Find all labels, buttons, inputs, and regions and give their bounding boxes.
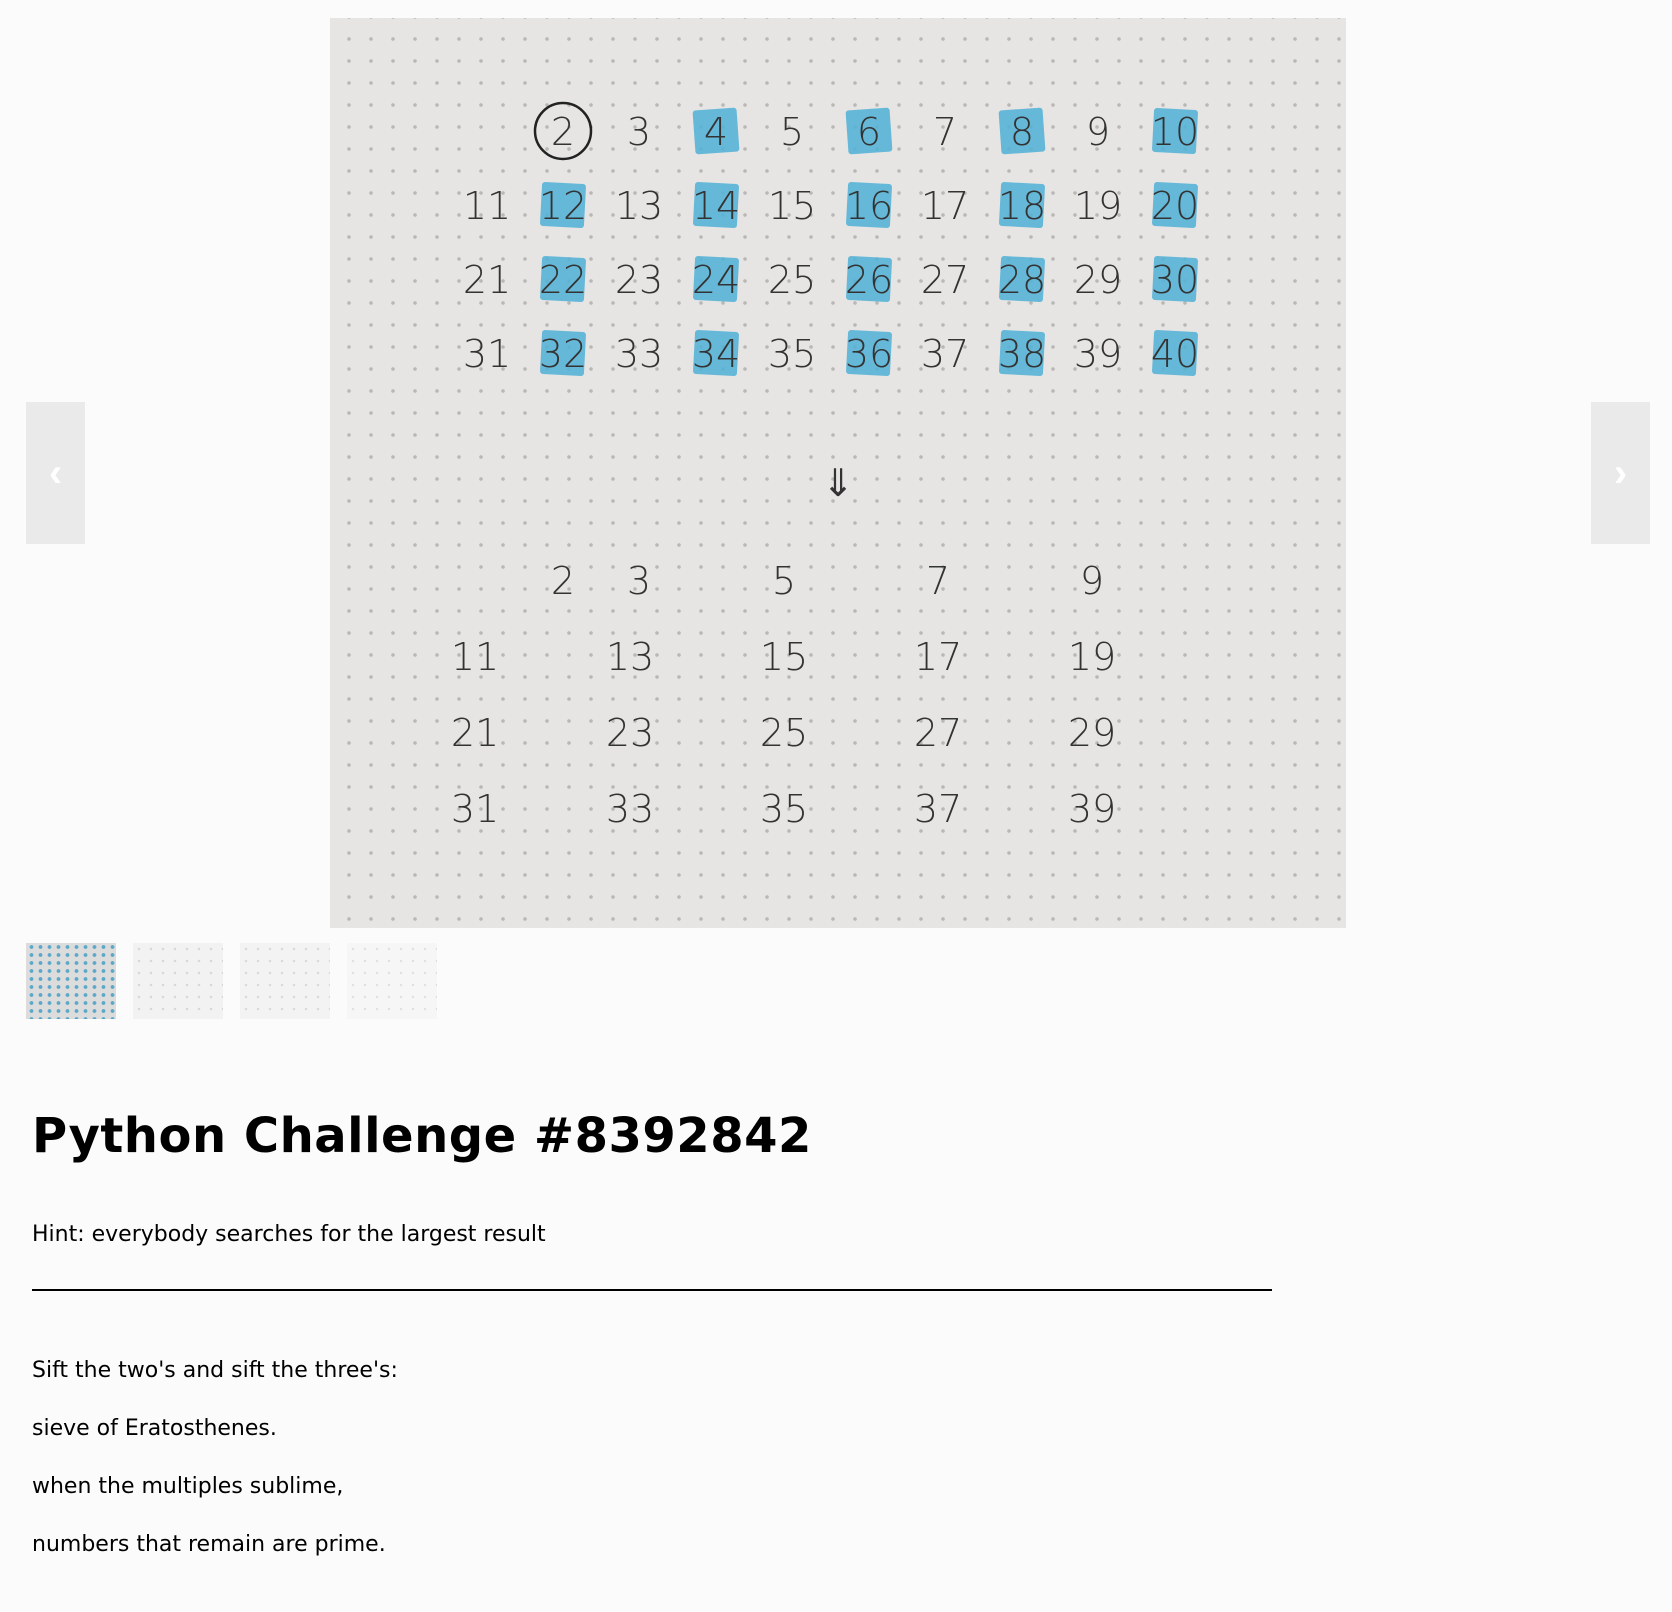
sieve-number: 16 <box>845 184 893 228</box>
sieve-result-number: 25 <box>760 711 808 755</box>
sieve-number: 25 <box>768 258 816 302</box>
sieve-number: 4 <box>704 110 728 154</box>
sieve-number: 37 <box>921 332 969 376</box>
divider <box>32 1289 1272 1291</box>
sieve-number: 21 <box>463 258 511 302</box>
page-title: Python Challenge #8392842 <box>32 1108 812 1164</box>
sieve-number: 11 <box>463 184 511 228</box>
main-image: 2 3 4 5 6 7 8 9 10 11 12 13 14 15 16 17 18 19 20 21 22 23 24 25… <box>330 18 1346 928</box>
sieve-number: 29 <box>1074 258 1122 302</box>
sieve-number: 38 <box>998 332 1046 376</box>
sieve-result-number: 23 <box>606 711 654 755</box>
sieve-result-number: 13 <box>606 635 654 679</box>
sieve-number: 22 <box>539 258 587 302</box>
poem-line-2: sieve of Eratosthenes. <box>32 1416 277 1441</box>
sieve-result-number: 11 <box>451 635 499 679</box>
sieve-number: 27 <box>921 258 969 302</box>
sieve-result-number: 15 <box>760 635 808 679</box>
sieve-result-number: 29 <box>1068 711 1116 755</box>
sieve-number: 17 <box>921 184 969 228</box>
poem-line-4: numbers that remain are prime. <box>32 1532 386 1557</box>
sieve-result-number: 2 <box>551 559 575 603</box>
sieve-number: 9 <box>1086 110 1110 154</box>
sieve-result-number: 7 <box>926 559 950 603</box>
sieve-number: 32 <box>539 332 587 376</box>
sieve-number: 5 <box>780 110 804 154</box>
sieve-number: 23 <box>615 258 663 302</box>
sieve-result-number: 5 <box>772 559 796 603</box>
chevron-left-icon: ‹ <box>48 450 63 495</box>
sieve-result-number: 33 <box>606 787 654 831</box>
sieve-drawing: 2 3 4 5 6 7 8 9 1011 12 13 14 15 16 17 18 19 2021 22 23 24 25… <box>451 101 1199 831</box>
sieve-number: 39 <box>1074 332 1122 376</box>
down-arrow-icon: ⇓ <box>822 461 854 505</box>
sieve-number: 34 <box>692 332 740 376</box>
sieve-number: 3 <box>627 110 651 154</box>
sieve-number: 20 <box>1151 184 1199 228</box>
sieve-result-number: 9 <box>1080 559 1104 603</box>
next-image-button[interactable]: › <box>1591 402 1650 544</box>
poem-line-3: when the multiples sublime, <box>32 1474 344 1499</box>
sieve-result-number: 27 <box>914 711 962 755</box>
sieve-result-number: 19 <box>1068 635 1116 679</box>
sieve-number: 24 <box>692 258 740 302</box>
sieve-number: 10 <box>1151 110 1199 154</box>
thumbnail-1[interactable] <box>26 943 116 1019</box>
sieve-number: 18 <box>998 184 1046 228</box>
sieve-number: 33 <box>615 332 663 376</box>
sieve-number: 30 <box>1151 258 1199 302</box>
sieve-number: 14 <box>692 184 740 228</box>
sieve-result-number: 3 <box>627 559 651 603</box>
sieve-result-number: 31 <box>451 787 499 831</box>
sieve-result-number: 35 <box>760 787 808 831</box>
previous-image-button[interactable]: ‹ <box>26 402 85 544</box>
thumbnail-4[interactable] <box>347 943 437 1019</box>
thumbnail-2[interactable] <box>133 943 223 1019</box>
sieve-number: 8 <box>1010 110 1034 154</box>
sieve-number: 31 <box>463 332 511 376</box>
sieve-result-number: 39 <box>1068 787 1116 831</box>
hint-text: Hint: everybody searches for the largest… <box>32 1222 546 1247</box>
sieve-number: 26 <box>845 258 893 302</box>
sieve-number: 36 <box>845 332 893 376</box>
thumbnail-3[interactable] <box>240 943 330 1019</box>
sieve-number: 2 <box>551 110 575 154</box>
sieve-result-number: 37 <box>914 787 962 831</box>
sieve-number: 15 <box>768 184 816 228</box>
sieve-number: 28 <box>998 258 1046 302</box>
poem-line-1: Sift the two's and sift the three's: <box>32 1358 398 1383</box>
sieve-number: 13 <box>615 184 663 228</box>
sieve-result-number: 17 <box>914 635 962 679</box>
sieve-number: 19 <box>1074 184 1122 228</box>
sieve-number: 7 <box>933 110 957 154</box>
sieve-number: 12 <box>539 184 587 228</box>
sieve-result-number: 21 <box>451 711 499 755</box>
sieve-number: 6 <box>857 110 881 154</box>
chevron-right-icon: › <box>1613 450 1628 495</box>
sieve-number: 35 <box>768 332 816 376</box>
sieve-number: 40 <box>1151 332 1199 376</box>
